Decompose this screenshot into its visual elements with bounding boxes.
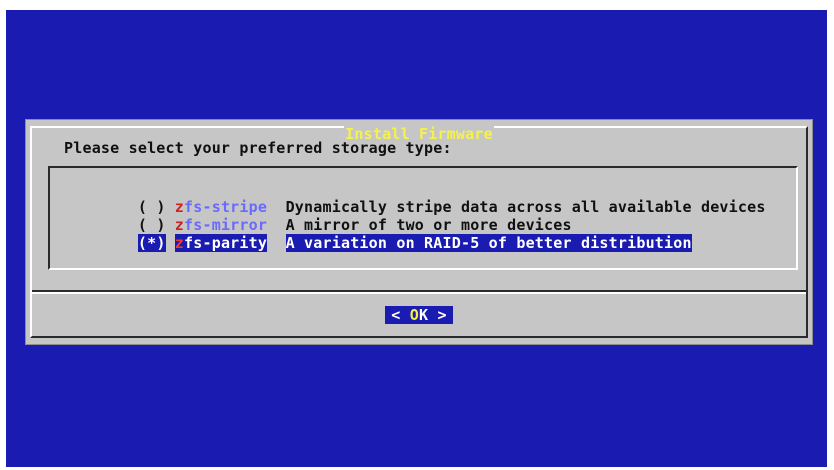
ok-button[interactable]: < OK > — [385, 306, 453, 324]
ok-pad — [401, 306, 410, 324]
console-screen: Install Firmware Please select your pref… — [6, 10, 827, 467]
storage-type-list: ( ) zfs-stripe Dynamically stripe data a… — [48, 166, 798, 270]
radio-mark: (*) — [137, 234, 166, 252]
ok-left-bracket: < — [391, 306, 401, 324]
option-tag: fs-parity — [184, 234, 268, 252]
option-zfs-parity[interactable]: (*) zfs-parity A variation on RAID-5 of … — [64, 216, 692, 252]
option-zfs-stripe[interactable]: ( ) zfs-stripe Dynamically stripe data a… — [64, 180, 766, 216]
button-divider — [32, 290, 806, 294]
ok-label-rest: K — [419, 306, 429, 324]
ok-hotkey: O — [409, 306, 419, 324]
install-firmware-dialog: Install Firmware Please select your pref… — [26, 120, 812, 344]
option-description: A variation on RAID-5 of better distribu… — [285, 234, 692, 252]
button-row: < OK > — [26, 306, 812, 324]
option-zfs-mirror[interactable]: ( ) zfs-mirror A mirror of two or more d… — [64, 198, 572, 234]
ok-right-bracket: > — [428, 306, 447, 324]
dialog-prompt: Please select your preferred storage typ… — [64, 139, 452, 157]
option-hotkey: z — [174, 234, 185, 252]
